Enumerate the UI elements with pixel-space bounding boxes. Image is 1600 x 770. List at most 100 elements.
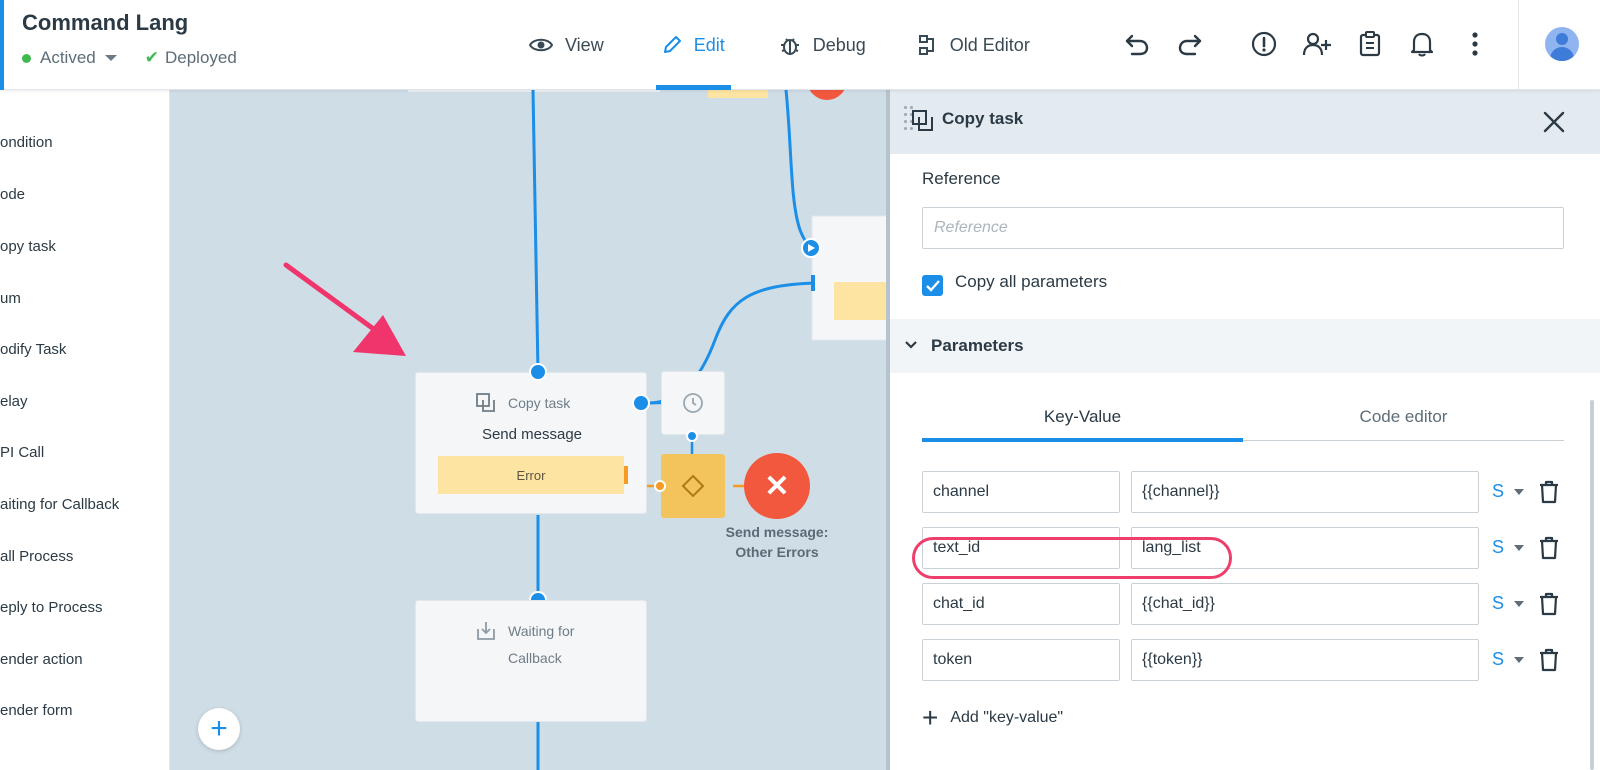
sidebar-item-call-process[interactable]: all Process bbox=[0, 548, 73, 565]
status-dot bbox=[22, 53, 31, 63]
sidebar-item-modify-task[interactable]: odify Task bbox=[0, 341, 66, 358]
sidebar-item-code[interactable]: ode bbox=[0, 186, 25, 203]
add-node-button[interactable]: + bbox=[198, 708, 240, 750]
condition-node[interactable] bbox=[661, 454, 725, 518]
param-value-input[interactable] bbox=[1131, 527, 1479, 569]
redo-button[interactable] bbox=[1172, 26, 1208, 62]
reference-input[interactable] bbox=[922, 207, 1564, 249]
diamond-icon bbox=[681, 474, 705, 498]
callback-type-line1: Waiting for bbox=[508, 623, 575, 639]
partial-error-top bbox=[708, 90, 768, 98]
avatar[interactable] bbox=[1545, 27, 1579, 61]
error-outlet[interactable]: Error bbox=[438, 456, 624, 494]
caret-down-icon bbox=[1514, 488, 1525, 495]
sidebar-item-delay[interactable]: elay bbox=[0, 393, 28, 410]
clipboard-button[interactable] bbox=[1352, 26, 1388, 62]
panel-header: Copy task bbox=[890, 90, 1600, 154]
trash-icon[interactable] bbox=[1538, 536, 1560, 560]
sidebar-item-sum[interactable]: um bbox=[0, 290, 21, 307]
parameters-title: Parameters bbox=[931, 336, 1024, 355]
add-user-button[interactable] bbox=[1299, 26, 1335, 62]
annotation-arrow-shaft bbox=[283, 262, 378, 333]
undo-button[interactable] bbox=[1119, 26, 1155, 62]
alerts-button[interactable] bbox=[1246, 26, 1282, 62]
header-divider bbox=[1518, 0, 1519, 90]
caret-down-icon bbox=[1514, 656, 1525, 663]
caret-down-icon bbox=[1514, 600, 1525, 607]
copy-all-label[interactable]: Copy all parameters bbox=[955, 272, 1107, 292]
sidebar-item-render-action[interactable]: ender action bbox=[0, 651, 83, 668]
panel-title: Copy task bbox=[942, 109, 1024, 128]
chevron-down-icon[interactable] bbox=[104, 55, 117, 61]
notifications-button[interactable] bbox=[1404, 26, 1440, 62]
sidebar-item-condition[interactable]: ondition bbox=[0, 134, 53, 151]
process-canvas[interactable]: Copy task Send message Error ✕ Send mess… bbox=[170, 90, 886, 770]
node-title: Send message bbox=[481, 426, 583, 443]
tab-old-editor[interactable]: Old Editor bbox=[914, 0, 1034, 90]
tab-edit[interactable]: Edit bbox=[655, 0, 731, 90]
trash-icon[interactable] bbox=[1538, 648, 1560, 672]
add-key-value-label: Add "key-value" bbox=[950, 709, 1064, 726]
tab-code-editor[interactable]: Code editor bbox=[1243, 393, 1564, 441]
sidebar-item-render-form[interactable]: ender form bbox=[0, 702, 73, 719]
pencil-icon bbox=[663, 36, 681, 53]
error-port[interactable] bbox=[624, 466, 628, 484]
status-dropdown[interactable]: Actived bbox=[40, 48, 96, 68]
end-label-line1: Send message: bbox=[725, 524, 829, 540]
timer-node[interactable] bbox=[661, 371, 725, 435]
param-type-label: S bbox=[1492, 537, 1505, 557]
sidebar-item-waiting-for-callback[interactable]: aiting for Callback bbox=[0, 496, 119, 513]
param-value-input[interactable] bbox=[1131, 583, 1479, 625]
param-key-input[interactable] bbox=[922, 639, 1120, 681]
param-value-input[interactable] bbox=[1131, 639, 1479, 681]
tab-key-value[interactable]: Key-Value bbox=[922, 393, 1243, 442]
wire-top-to-copy bbox=[531, 90, 540, 374]
sidebar-item-reply-to-process[interactable]: eply to Process bbox=[0, 599, 103, 616]
bug-icon bbox=[780, 38, 799, 55]
param-type-select[interactable]: S bbox=[1492, 649, 1525, 670]
right-node-inport bbox=[811, 275, 815, 291]
copy-all-checkbox[interactable] bbox=[922, 275, 943, 296]
trash-icon[interactable] bbox=[1538, 480, 1560, 504]
param-type-label: S bbox=[1492, 649, 1505, 669]
condition-inport[interactable] bbox=[654, 480, 666, 492]
timer-inport[interactable] bbox=[632, 394, 650, 412]
timer-outport[interactable] bbox=[686, 430, 698, 442]
undo-icon bbox=[1125, 34, 1149, 56]
more-vertical-icon bbox=[1472, 32, 1478, 56]
tab-view[interactable]: View bbox=[525, 0, 608, 90]
add-user-icon bbox=[1302, 32, 1331, 56]
sidebar-item-copy-task[interactable]: opy task bbox=[0, 238, 56, 255]
redo-icon bbox=[1178, 34, 1202, 56]
eye-icon bbox=[529, 38, 553, 52]
tab-edit-label: Edit bbox=[693, 34, 725, 55]
partial-end-node-top bbox=[809, 90, 845, 100]
close-icon[interactable] bbox=[1540, 108, 1568, 136]
param-key-input[interactable] bbox=[922, 527, 1120, 569]
panel-scrollbar[interactable] bbox=[1590, 400, 1594, 770]
param-type-select[interactable]: S bbox=[1492, 537, 1525, 558]
param-value-input[interactable] bbox=[1131, 471, 1479, 513]
sidebar-item-api-call[interactable]: PI Call bbox=[0, 444, 44, 461]
checkmark-icon bbox=[925, 279, 940, 292]
param-key-input[interactable] bbox=[922, 583, 1120, 625]
tab-old-editor-label: Old Editor bbox=[949, 34, 1030, 55]
param-type-label: S bbox=[1492, 593, 1505, 613]
clipboard-icon bbox=[1359, 31, 1381, 57]
mode-tabs: View Edit Debug Old Editor bbox=[525, 0, 1078, 90]
copy-icon bbox=[912, 110, 933, 131]
param-type-label: S bbox=[1492, 481, 1505, 501]
parameters-section-toggle[interactable]: Parameters bbox=[890, 319, 1600, 373]
add-key-value-button[interactable]: + Add "key-value" bbox=[922, 704, 1064, 732]
waiting-callback-node[interactable]: Waiting for Callback bbox=[415, 600, 647, 722]
error-end-node[interactable]: ✕ bbox=[744, 453, 810, 519]
more-menu-button[interactable] bbox=[1457, 26, 1493, 62]
tab-debug[interactable]: Debug bbox=[775, 0, 870, 90]
param-type-select[interactable]: S bbox=[1492, 481, 1525, 502]
copy-task-node[interactable]: Copy task Send message Error bbox=[415, 372, 647, 514]
copy-node-inport[interactable] bbox=[529, 363, 547, 381]
param-type-select[interactable]: S bbox=[1492, 593, 1525, 614]
trash-icon[interactable] bbox=[1538, 592, 1560, 616]
clock-icon bbox=[683, 393, 703, 413]
param-key-input[interactable] bbox=[922, 471, 1120, 513]
